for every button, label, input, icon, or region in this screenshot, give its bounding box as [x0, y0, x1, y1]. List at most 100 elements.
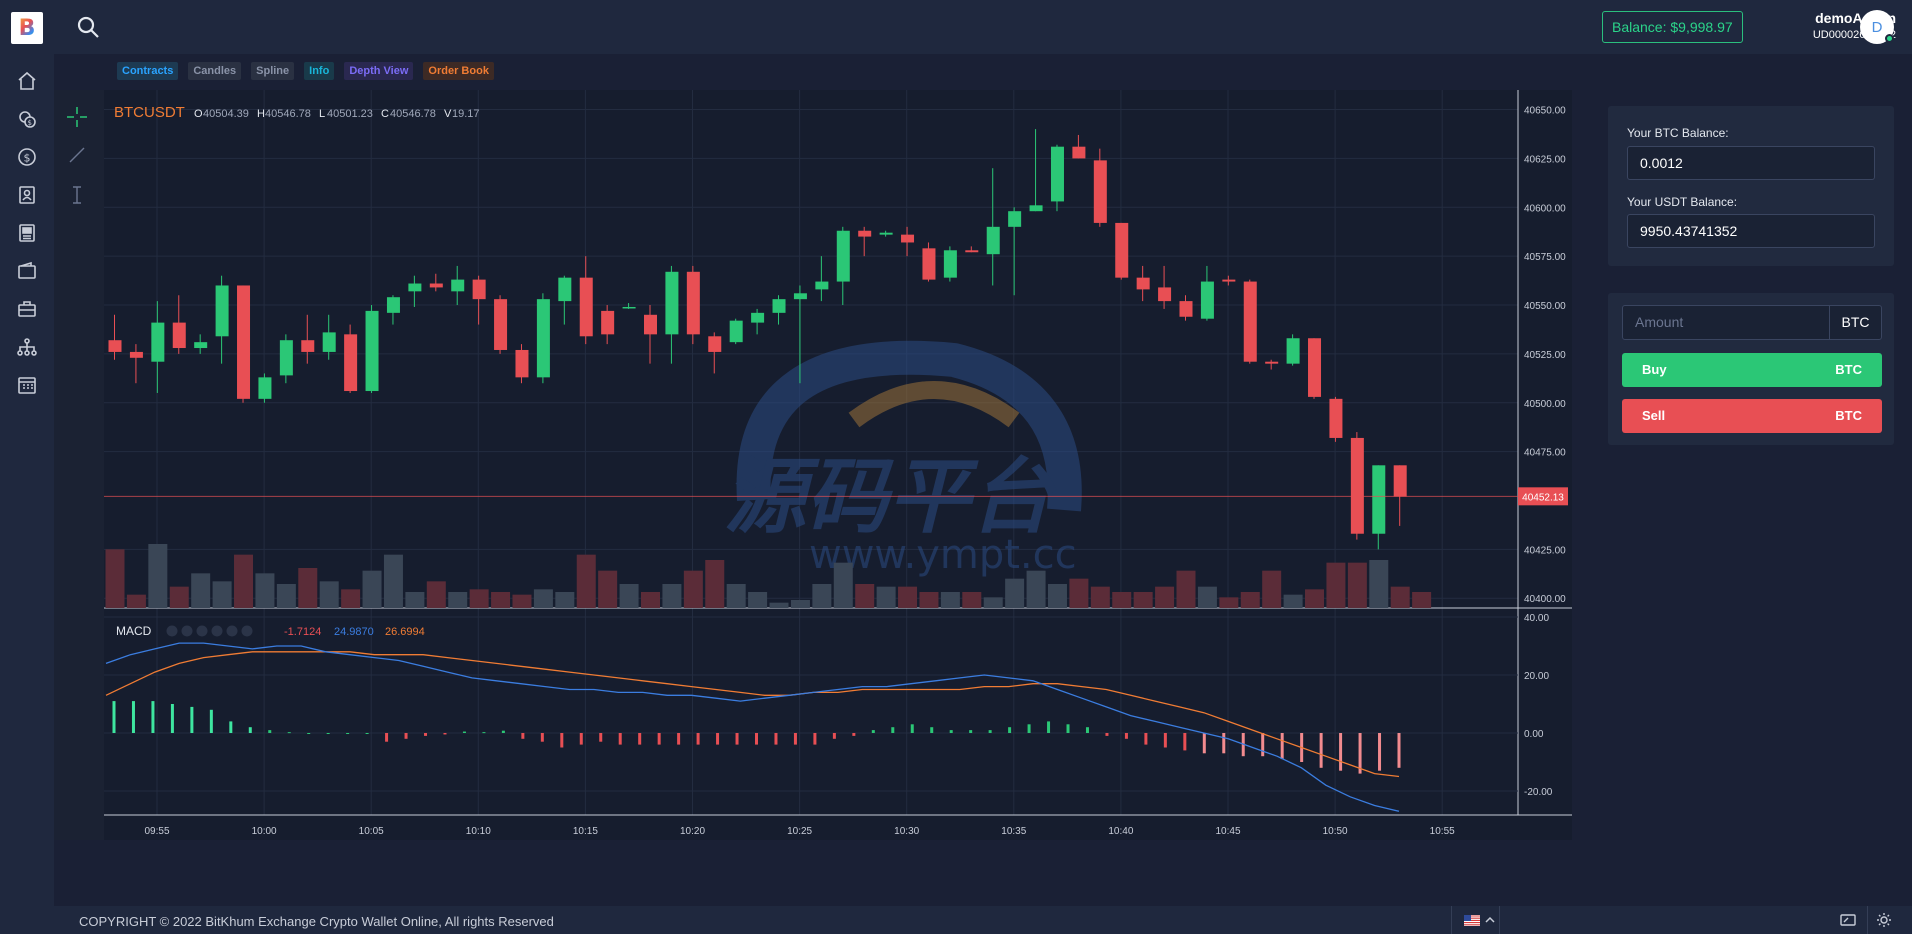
macd-histogram-bar	[716, 733, 720, 745]
candle-body	[1093, 160, 1107, 223]
macd-histogram-bar	[287, 732, 291, 734]
volume-bar	[276, 584, 296, 608]
volume-bar	[790, 600, 810, 608]
candle-body	[579, 277, 593, 337]
volume-bar	[1176, 570, 1196, 608]
candle-body	[536, 299, 550, 378]
volume-bar	[1155, 586, 1175, 608]
tab-depth-view[interactable]: Depth View	[344, 62, 414, 80]
sidebar-item-home[interactable]	[14, 68, 40, 94]
macd-histogram-bar	[151, 701, 155, 733]
ohlc-value: 40504.39	[203, 108, 249, 120]
macd-histogram-bar	[988, 730, 992, 733]
volume-bar	[383, 554, 403, 608]
candle-body	[965, 250, 979, 253]
volume-bar	[812, 584, 832, 608]
watermark-arc	[848, 381, 1020, 428]
volume-bar	[533, 589, 553, 608]
candle-body	[601, 310, 615, 335]
price-chart[interactable]: 09:55 10:00 10:05 10:10 10:15 10:20 10:25 10:30…	[54, 90, 1572, 840]
volume-bar	[705, 560, 725, 608]
macd-histogram-bar	[521, 733, 525, 739]
macd-histogram-bar	[599, 733, 603, 742]
candle-body	[879, 232, 893, 235]
macd-histogram-bar	[1280, 733, 1284, 760]
sell-label: Sell	[1642, 408, 1666, 423]
volume-bar	[962, 592, 982, 608]
usdt-balance-field[interactable]: 9950.43741352	[1627, 214, 1875, 248]
tab-contracts[interactable]: Contracts	[117, 62, 179, 80]
candle-body	[708, 336, 722, 352]
amount-unit: BTC	[1829, 306, 1881, 339]
macd-histogram-bar	[1144, 733, 1148, 745]
macd-title: MACD	[116, 624, 152, 638]
volume-bar	[940, 592, 960, 608]
x-tick-label: 10:40	[1108, 826, 1133, 837]
macd-histogram-bar	[229, 721, 233, 733]
avatar[interactable]: D	[1860, 10, 1894, 44]
candle-body	[922, 248, 936, 280]
macd-histogram-bar	[1397, 733, 1401, 768]
candle-body	[793, 293, 807, 300]
x-tick-label: 10:05	[359, 826, 384, 837]
search-button[interactable]	[74, 13, 102, 41]
volume-bar	[405, 592, 425, 608]
sun-theme-icon[interactable]	[1876, 912, 1892, 928]
sidebar-item-network[interactable]	[14, 334, 40, 360]
screen-mode-icon[interactable]	[1840, 912, 1856, 928]
candle-body	[344, 334, 358, 392]
candle-body	[1265, 361, 1279, 364]
tab-spline[interactable]: Spline	[251, 62, 295, 80]
candle-body	[1222, 279, 1236, 282]
candle-body	[665, 271, 679, 335]
volume-bar	[1026, 570, 1046, 608]
volume-bar	[641, 592, 660, 608]
balance-badge[interactable]: Balance: $9,998.97	[1602, 11, 1743, 43]
candle-body	[1243, 281, 1257, 362]
avatar-letter: D	[1871, 18, 1883, 36]
sidebar-item-briefcase[interactable]	[14, 296, 40, 322]
volume-bar	[1390, 586, 1410, 608]
x-tick-label: 10:20	[680, 826, 705, 837]
volume-bar	[1412, 592, 1432, 608]
volume-bar	[1133, 592, 1153, 608]
volume-bar	[1326, 562, 1346, 608]
tab-order-book[interactable]: Order Book	[423, 62, 494, 80]
macd-histogram-bar	[1124, 733, 1128, 739]
sidebar-item-coins[interactable]: $	[14, 106, 40, 132]
candle-body	[644, 314, 657, 335]
volume-bar	[212, 581, 232, 608]
btc-balance-field[interactable]: 0.0012	[1627, 146, 1875, 180]
tab-info[interactable]: Info	[304, 62, 335, 80]
sidebar-item-contacts[interactable]	[14, 182, 40, 208]
sidebar-item-dollar[interactable]: $	[14, 144, 40, 170]
macd-y-tick-label: 0.00	[1524, 729, 1544, 740]
sidebar-item-wallet[interactable]	[14, 258, 40, 284]
chevron-up-icon	[1485, 916, 1495, 923]
volume-bar	[105, 549, 125, 608]
candle-body	[322, 332, 336, 352]
volume-bar	[748, 592, 768, 608]
volume-bar	[234, 554, 254, 608]
volume-bar	[1069, 578, 1089, 608]
amount-input[interactable]: Amount BTC	[1622, 305, 1882, 340]
app-logo[interactable]: B	[11, 12, 43, 44]
candle-body	[751, 312, 765, 323]
macd-histogram-bar	[696, 733, 700, 745]
x-tick-label: 09:55	[144, 826, 169, 837]
sidebar-item-calendar[interactable]	[14, 372, 40, 398]
ohlc-key: L	[319, 108, 325, 120]
volume-bar	[598, 570, 618, 608]
tab-candles[interactable]: Candles	[188, 62, 242, 80]
amount-placeholder: Amount	[1635, 314, 1684, 330]
online-status-dot	[1885, 34, 1894, 43]
macd-histogram-bar	[1339, 733, 1343, 771]
language-selector[interactable]	[1464, 912, 1496, 928]
buy-unit: BTC	[1835, 362, 1862, 377]
sidebar-item-news[interactable]	[14, 220, 40, 246]
buy-button[interactable]: Buy BTC	[1622, 353, 1882, 387]
dollar-circle-icon: $	[18, 148, 36, 166]
macd-histogram-bar	[540, 733, 544, 742]
sell-button[interactable]: Sell BTC	[1622, 399, 1882, 433]
candle-body	[429, 283, 443, 288]
